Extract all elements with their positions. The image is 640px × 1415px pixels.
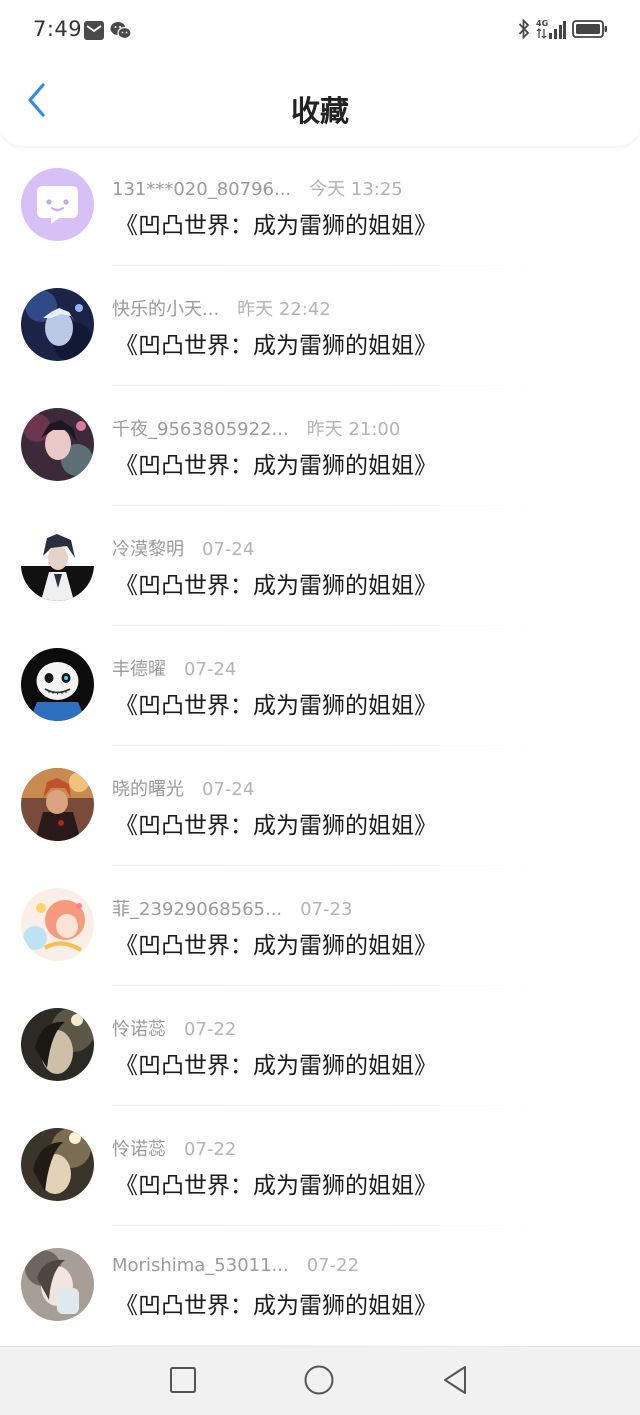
list-item[interactable]: 131***020_80796... 今天 13:25 《凹凸世界：成为雷狮的姐姐…: [0, 146, 640, 266]
item-author: Morishima_53011...: [112, 1255, 289, 1276]
list-item[interactable]: 怜诺蕊 07-22 《凹凸世界：成为雷狮的姐姐》: [0, 986, 640, 1106]
item-title: 《凹凸世界：成为雷狮的姐姐》: [115, 573, 437, 599]
recents-button[interactable]: [166, 1365, 200, 1399]
user-avatar[interactable]: [21, 768, 94, 841]
user-avatar[interactable]: [21, 288, 94, 361]
status-time: 7:49: [33, 17, 83, 41]
circle-home-icon: [303, 1364, 335, 1400]
home-button[interactable]: [302, 1365, 336, 1399]
list-item[interactable]: 千夜_9563805922... 昨天 21:00 《凹凸世界：成为雷狮的姐姐》: [0, 386, 640, 506]
item-author: 晓的曙光: [112, 779, 184, 800]
battery-icon: [572, 19, 608, 43]
favorites-list: 131***020_80796... 今天 13:25 《凹凸世界：成为雷狮的姐姐…: [0, 146, 640, 1346]
item-time: 07-22: [184, 1139, 237, 1160]
item-author: 快乐的小天...: [112, 299, 220, 320]
item-title: 《凹凸世界：成为雷狮的姐姐》: [115, 813, 437, 839]
favorites-screen: 7:49 4G 收藏 131***020_80796... 今天 13:25 《…: [0, 0, 640, 1415]
item-title: 《凹凸世界：成为雷狮的姐姐》: [115, 1053, 437, 1079]
list-item[interactable]: 快乐的小天... 昨天 22:42 《凹凸世界：成为雷狮的姐姐》: [0, 266, 640, 386]
item-time: 07-24: [202, 539, 255, 560]
list-item[interactable]: 丰德曜 07-24 《凹凸世界：成为雷狮的姐姐》: [0, 626, 640, 746]
item-author: 怜诺蕊: [112, 1019, 166, 1040]
triangle-back-icon: [440, 1364, 470, 1400]
status-bar: 7:49 4G: [0, 0, 640, 62]
item-title: 《凹凸世界：成为雷狮的姐姐》: [115, 1293, 437, 1319]
item-author: 千夜_9563805922...: [112, 419, 289, 440]
item-time: 07-24: [202, 779, 255, 800]
item-author: 菲_23929068565...: [112, 899, 283, 920]
user-avatar[interactable]: [21, 888, 94, 961]
user-avatar[interactable]: [21, 1248, 94, 1321]
list-item[interactable]: 菲_23929068565... 07-23 《凹凸世界：成为雷狮的姐姐》: [0, 866, 640, 986]
item-title: 《凹凸世界：成为雷狮的姐姐》: [115, 333, 437, 359]
system-nav-bar: [0, 1346, 640, 1415]
item-time: 07-22: [184, 1019, 237, 1040]
item-title: 《凹凸世界：成为雷狮的姐姐》: [115, 693, 437, 719]
list-item[interactable]: 怜诺蕊 07-22 《凹凸世界：成为雷狮的姐姐》: [0, 1106, 640, 1226]
back-nav-button[interactable]: [438, 1365, 472, 1399]
item-author: 131***020_80796...: [112, 179, 292, 200]
user-avatar[interactable]: [21, 648, 94, 721]
page-title: 收藏: [290, 94, 349, 128]
item-time: 昨天 21:00: [306, 419, 401, 440]
user-avatar[interactable]: [21, 408, 94, 481]
item-title: 《凹凸世界：成为雷狮的姐姐》: [115, 933, 437, 959]
item-author: 怜诺蕊: [112, 1139, 166, 1160]
list-item[interactable]: 冷漠黎明 07-24 《凹凸世界：成为雷狮的姐姐》: [0, 506, 640, 626]
mail-icon: [84, 21, 104, 44]
square-recents-icon: [169, 1366, 197, 1398]
signal-4g-icon: 4G: [536, 18, 566, 44]
item-time: 今天 13:25: [309, 179, 403, 200]
user-avatar[interactable]: [21, 1128, 94, 1201]
svg-text:4G: 4G: [536, 19, 548, 28]
user-avatar[interactable]: [21, 528, 94, 601]
item-author: 丰德曜: [112, 659, 166, 680]
item-title: 《凹凸世界：成为雷狮的姐姐》: [115, 453, 437, 479]
list-item[interactable]: Morishima_53011... 07-22 《凹凸世界：成为雷狮的姐姐》: [0, 1226, 640, 1346]
wechat-icon: [110, 21, 132, 44]
item-title: 《凹凸世界：成为雷狮的姐姐》: [115, 213, 437, 239]
user-avatar[interactable]: [21, 1008, 94, 1081]
item-time: 07-22: [306, 1255, 360, 1276]
item-time: 昨天 22:42: [237, 299, 331, 320]
list-item[interactable]: 晓的曙光 07-24 《凹凸世界：成为雷狮的姐姐》: [0, 746, 640, 866]
chat-bubble-avatar[interactable]: [21, 168, 94, 241]
bluetooth-icon: [518, 18, 530, 44]
item-time: 07-23: [300, 899, 353, 920]
item-title: 《凹凸世界：成为雷狮的姐姐》: [115, 1173, 437, 1199]
item-author: 冷漠黎明: [112, 539, 184, 560]
header: 收藏: [0, 62, 640, 146]
item-time: 07-24: [184, 659, 237, 680]
